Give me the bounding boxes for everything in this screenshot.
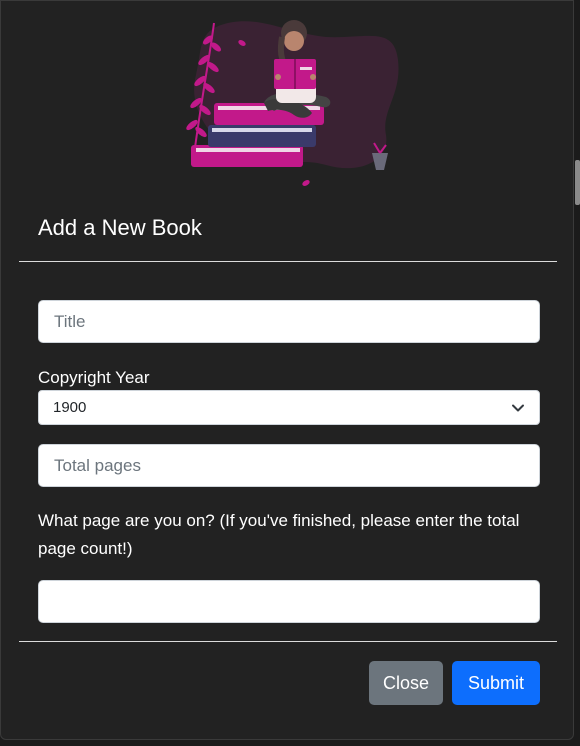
header-divider xyxy=(19,261,557,262)
add-book-modal: Add a New Book Copyright Year 1900 What … xyxy=(0,0,574,740)
footer-divider xyxy=(19,641,557,642)
copyright-year-select[interactable]: 1900 xyxy=(38,390,540,425)
title-input[interactable] xyxy=(38,300,540,343)
total-pages-input[interactable] xyxy=(38,444,540,487)
close-button[interactable]: Close xyxy=(369,661,443,705)
reading-woman-illustration xyxy=(186,20,399,186)
modal-title: Add a New Book xyxy=(38,215,202,240)
copyright-year-label: Copyright Year xyxy=(38,368,150,387)
submit-button[interactable]: Submit xyxy=(452,661,540,705)
current-page-input[interactable] xyxy=(38,580,540,623)
copyright-year-value: 1900 xyxy=(53,399,87,416)
current-page-label: What page are you on? (If you've finishe… xyxy=(38,511,520,558)
chevron-down-icon xyxy=(511,401,525,415)
scrollbar-thumb[interactable] xyxy=(575,160,580,205)
